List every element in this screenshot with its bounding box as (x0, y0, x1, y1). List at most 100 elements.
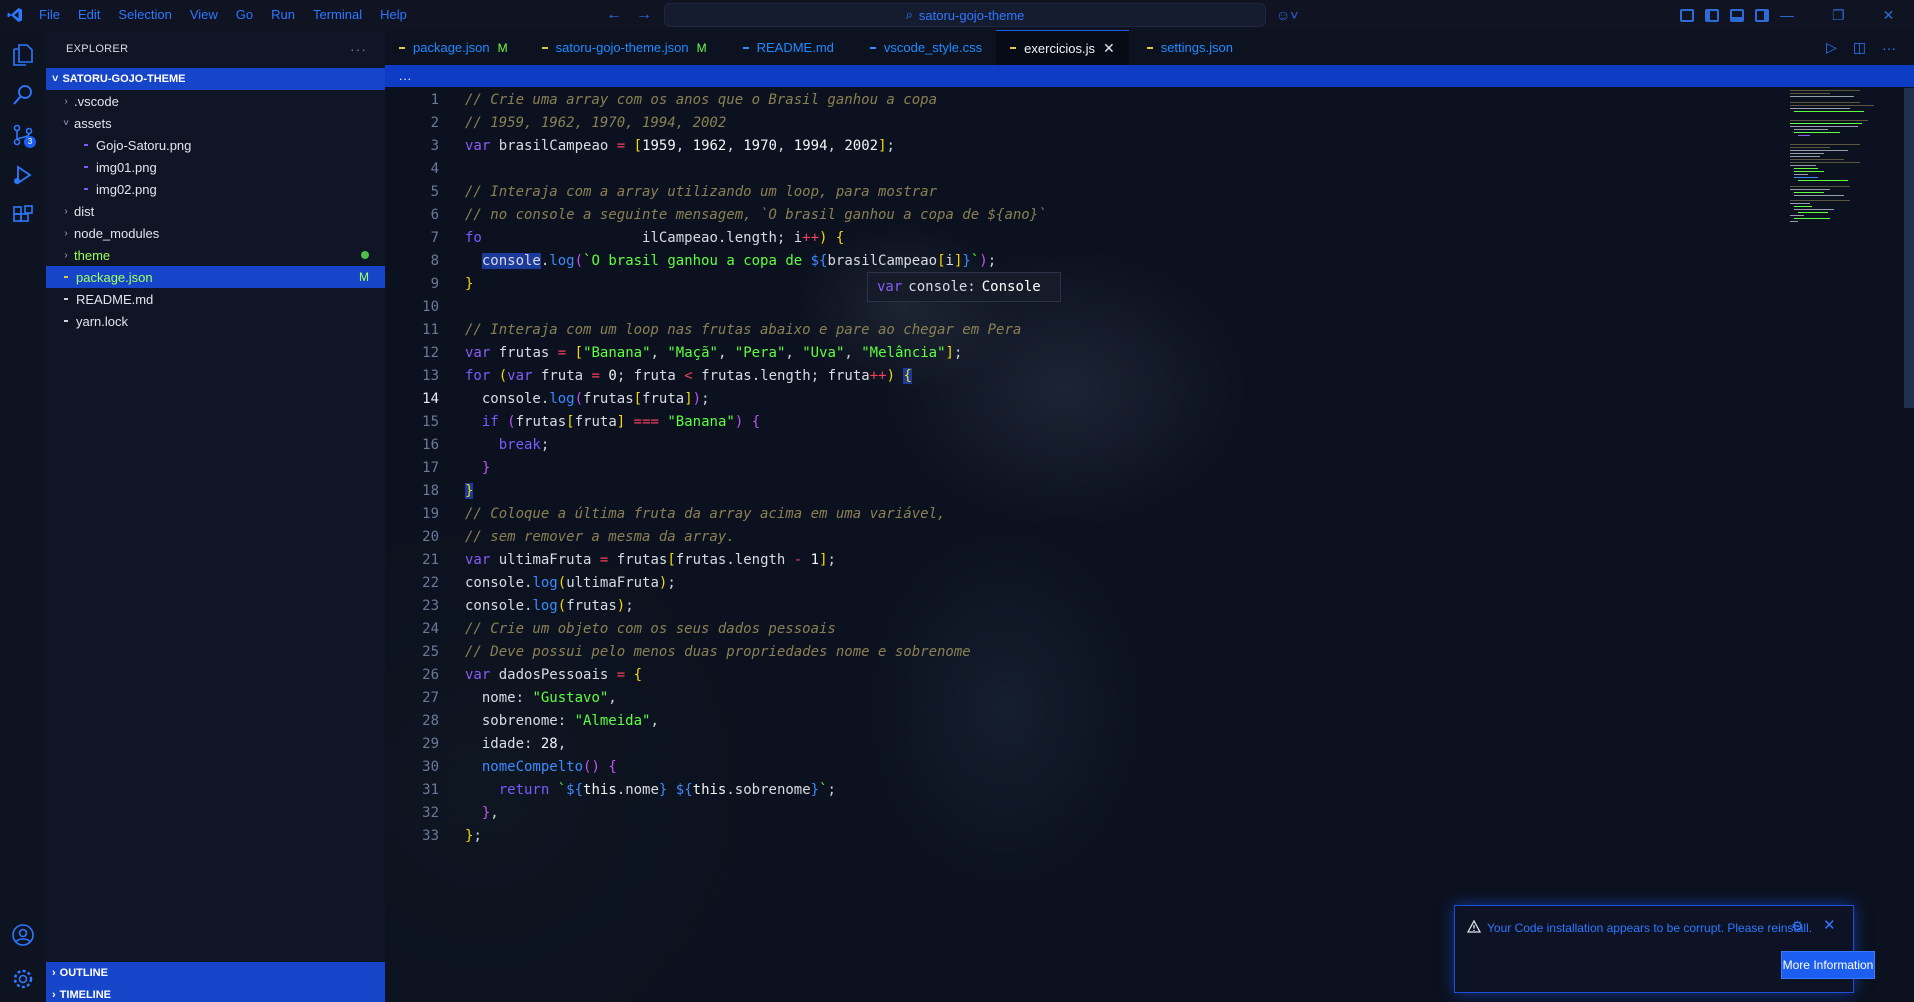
menu-edit[interactable]: Edit (69, 0, 109, 30)
hover-tooltip: var console: Console (867, 272, 1061, 302)
toggle-primary-sidebar-icon[interactable] (1705, 8, 1719, 22)
command-center-search[interactable]: ⌕ satoru-gojo-theme (664, 3, 1266, 27)
tree-item-vscode[interactable]: › .vscode (46, 90, 385, 112)
menu-view[interactable]: View (181, 0, 227, 30)
outline-section-header[interactable]: › OUTLINE (46, 962, 385, 984)
tree-item-dist[interactable]: › dist (46, 200, 385, 222)
copilot-icon[interactable]: ☺˅ (1276, 7, 1298, 23)
split-editor-icon[interactable]: ◫ (1853, 39, 1866, 56)
tab-exercicios-js[interactable]: exercicios.js ✕ (996, 30, 1129, 65)
tab-package-json[interactable]: package.json M (385, 30, 522, 65)
code-line: 14 console.log(frutas[fruta]); (385, 387, 1785, 410)
tree-item-gojo-satoru-png[interactable]: Gojo-Satoru.png (46, 134, 385, 156)
tree-item-label: assets (74, 115, 112, 131)
line-number: 11 (422, 321, 439, 338)
line-number: 28 (422, 712, 439, 729)
tree-item-readme-md[interactable]: README.md (46, 288, 385, 310)
customize-layout-icon[interactable] (1680, 8, 1694, 22)
line-number: 17 (422, 459, 439, 476)
notification-close-icon[interactable]: ✕ (1823, 916, 1836, 934)
chevron-right-icon: › (52, 989, 56, 1001)
menu-selection[interactable]: Selection (109, 0, 180, 30)
toggle-panel-icon[interactable] (1730, 8, 1744, 22)
extensions-icon[interactable] (8, 200, 38, 230)
vscode-logo-icon[interactable] (0, 0, 30, 30)
tree-item-label: node_modules (74, 225, 160, 241)
tree-item-img01-png[interactable]: img01.png (46, 156, 385, 178)
code-line: 23 console.log(frutas); (385, 594, 1785, 617)
vertical-scrollbar[interactable] (1904, 88, 1914, 408)
menu-file[interactable]: File (30, 0, 69, 30)
line-number: 4 (430, 160, 439, 177)
line-number: 25 (422, 643, 439, 660)
run-debug-icon[interactable] (8, 160, 38, 190)
tree-item-yarn-lock[interactable]: yarn.lock (46, 310, 385, 332)
code-line: 11// Interaja com um loop nas frutas aba… (385, 318, 1785, 341)
close-window-icon[interactable]: ✕ (1883, 7, 1895, 24)
line-number: 19 (422, 505, 439, 522)
code-line: 5// Interaja com a array utilizando um l… (385, 180, 1785, 203)
code-line: 8 console.log(`O brasil ganhou a copa de… (385, 249, 1785, 272)
tree-item-assets[interactable]: ˅ assets (46, 112, 385, 134)
more-actions-icon[interactable]: ··· (1882, 40, 1896, 56)
code-line: 13 for (var fruta = 0; fruta < frutas.len… (385, 364, 1785, 387)
line-number: 31 (422, 781, 439, 798)
notification-settings-icon[interactable]: ⚙ (1791, 918, 1804, 935)
timeline-section-header[interactable]: › TIMELINE (46, 984, 385, 1002)
menu-help[interactable]: Help (371, 0, 416, 30)
breadcrumb[interactable]: ... (385, 65, 1914, 87)
tab-close-icon[interactable]: ✕ (1103, 40, 1115, 57)
code-line: 22 console.log(ultimaFruta); (385, 571, 1785, 594)
minimize-icon[interactable]: — (1780, 7, 1794, 23)
code-editor[interactable]: 1// Crie uma array com os anos que o Bra… (385, 88, 1914, 1002)
more-information-button[interactable]: More Information (1781, 951, 1875, 979)
tree-item-label: README.md (76, 291, 154, 307)
run-file-icon[interactable]: ▷ (1826, 39, 1837, 56)
settings-gear-icon[interactable] (8, 964, 38, 994)
code-line: 6// no console a seguinte mensagem, `O b… (385, 203, 1785, 226)
tree-item-theme[interactable]: › theme (46, 244, 385, 266)
explorer-icon[interactable] (8, 40, 38, 70)
restore-icon[interactable]: ❐ (1832, 7, 1845, 24)
source-control-icon[interactable]: 3 (8, 120, 38, 150)
project-section-header[interactable]: ˅ SATORU-GOJO-THEME (46, 68, 385, 90)
tab-readme-md[interactable]: README.md (721, 30, 848, 65)
tab-satoru-gojo-theme-json[interactable]: satoru-gojo-theme.json M (522, 30, 721, 65)
image-file-icon (84, 144, 88, 146)
image-file-icon (84, 166, 88, 168)
line-number: 9 (430, 275, 439, 292)
source-control-badge: 3 (24, 136, 36, 148)
navigation-arrows: ← → (606, 0, 652, 30)
tree-item-img02-png[interactable]: img02.png (46, 178, 385, 200)
tree-item-label: Gojo-Satoru.png (96, 137, 192, 153)
tab-vscode-style-css[interactable]: vscode_style.css (848, 30, 996, 65)
menu-terminal[interactable]: Terminal (304, 0, 371, 30)
notification-toast: Your Code installation appears to be cor… (1454, 905, 1875, 993)
tab-settings-json[interactable]: settings.json (1129, 30, 1247, 65)
account-icon[interactable] (8, 920, 38, 950)
layout-controls (1680, 0, 1769, 30)
search-icon[interactable] (8, 80, 38, 110)
forward-arrow-icon[interactable]: → (636, 6, 652, 24)
tree-item-label: yarn.lock (76, 313, 129, 329)
tree-item-node-modules[interactable]: › node_modules (46, 222, 385, 244)
toggle-secondary-sidebar-icon[interactable] (1755, 8, 1769, 22)
menu-go[interactable]: Go (227, 0, 262, 30)
image-file-icon (84, 188, 88, 190)
tree-item-package-json[interactable]: package.json M (46, 266, 385, 288)
command-center-text: satoru-gojo-theme (918, 7, 1025, 23)
more-actions-icon[interactable]: ··· (350, 41, 367, 57)
back-arrow-icon[interactable]: ← (606, 6, 622, 24)
code-line: 21 var ultimaFruta = frutas[frutas.length… (385, 548, 1785, 571)
minimap[interactable] (1790, 88, 1910, 268)
code-line: 7 fo ilCampeao.length; i++) { (385, 226, 1785, 249)
line-number: 5 (430, 183, 439, 200)
chevron-right-icon: › (64, 227, 68, 239)
menu-run[interactable]: Run (262, 0, 304, 30)
code-line: 33}; (385, 824, 1785, 847)
tab-label: exercicios.js (1024, 40, 1095, 56)
modified-status: M (359, 270, 369, 284)
project-name: SATORU-GOJO-THEME (62, 73, 186, 85)
lock-file-icon (64, 320, 68, 322)
markdown-file-icon (64, 298, 68, 300)
